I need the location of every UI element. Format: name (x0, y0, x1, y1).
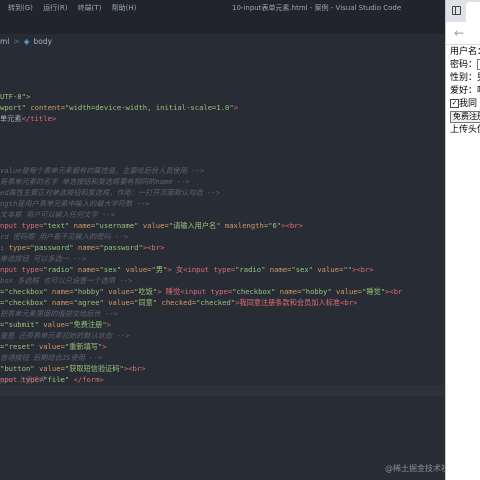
code-line: ="checkbox" name="agree" value="同意" chec… (0, 298, 358, 307)
title-bar: 转到(G) 运行(R) 终端(T) 帮助(H) 10-input表单元素.htm… (0, 0, 445, 16)
sex-row: 性别：男 (450, 72, 480, 85)
editor-tab-bar (0, 16, 445, 34)
code-line: wport" content="width=device-width, init… (0, 103, 239, 112)
hobby-row: 爱好：吃 (450, 85, 480, 98)
code-comment: 单选按钮 可以多选一 --> (0, 254, 87, 263)
code-line: : type="password" name="password"><br> (0, 243, 165, 252)
submit-button[interactable]: 免费注册 (450, 111, 480, 123)
code-comment: rd 密码框 用户看不见输入的密码 --> (0, 232, 129, 241)
code-comment: box 多选框 也可以只设置一个选项 --> (0, 276, 133, 285)
browser-toolbar: ← (446, 22, 480, 45)
menu-run[interactable]: 运行(R) (43, 4, 67, 12)
code-line: ="checkbox" name="hobby" value="吃饭"> 睡觉<… (0, 287, 403, 296)
breadcrumb: ml > ◈ body (0, 34, 445, 48)
code-comment: 把表单元素里面的值提交给后台 --> (0, 309, 118, 318)
username-row: 用户名： (450, 46, 480, 59)
hobby-label: 爱好：吃 (450, 86, 480, 96)
code-line: nput type="file" </form> (0, 375, 104, 384)
breadcrumb-file[interactable]: ml (0, 37, 9, 46)
username-label: 用户名： (450, 47, 480, 57)
breadcrumb-body[interactable]: body (33, 37, 52, 46)
browser-active-tab[interactable] (466, 2, 480, 22)
element-icon: ◈ (23, 36, 30, 46)
code-line: "button" value="获取短信验证码"><br> (0, 364, 146, 373)
password-label: 密码： (450, 60, 478, 70)
upload-label: 上传头像 (450, 125, 480, 135)
sidebar-toggle-icon[interactable] (452, 6, 461, 15)
code-line: UTF-8"> (0, 92, 31, 101)
code-editor[interactable]: UTF-8"> wport" content="width=device-wid… (0, 50, 445, 390)
code-line: 单元素</title> (0, 114, 57, 123)
sex-label: 性别：男 (450, 73, 480, 83)
code-comment: 是表单元素的名字 单选按钮和复选框要有相同的name --> (0, 177, 190, 186)
agree-label: 我同 (459, 99, 478, 109)
browser-preview: ← 用户名： 密码： 性别：男 爱好：吃 ✓我同 免费注册 上传头像 (445, 0, 480, 480)
code-comment: 普通按钮 后期结合JS使用 --> (0, 353, 103, 362)
code-line: nput type="text" name="username" value="… (0, 221, 303, 230)
menu-goto[interactable]: 转到(G) (8, 4, 33, 12)
password-row: 密码： (450, 59, 480, 72)
breadcrumb-separator: > (13, 36, 20, 46)
code-comment: ed属性主要正对单选按钮和复选框，作用：一打开页面默认勾选 --> (0, 188, 221, 197)
code-line: ="submit" value="免费注册"> (0, 320, 111, 329)
menu-help[interactable]: 帮助(H) (112, 4, 137, 12)
menu-terminal[interactable]: 终端(T) (78, 4, 102, 12)
current-line-highlight (0, 385, 445, 396)
back-arrow-icon[interactable]: ← (454, 26, 464, 40)
agree-checkbox[interactable]: ✓ (450, 99, 459, 108)
upload-row: 上传头像 (450, 124, 480, 137)
code-comment: value是每个表单元素都有的属性值，主要给后台人员使用 --> (0, 166, 205, 175)
code-comment: 重置 还原表单元素初始的默认状态 --> (0, 331, 130, 340)
code-comment: ngth是用户表单元素中输入的最大字符数 --> (0, 199, 150, 208)
code-line: nput type="radio" name="sex" value="男"> … (0, 265, 374, 274)
rendered-form: 用户名： 密码： 性别：男 爱好：吃 ✓我同 免费注册 上传头像 (450, 46, 480, 137)
submit-row: 免费注册 (450, 111, 480, 124)
code-comment: 文本框 用户可以输入任何文字 --> (0, 210, 116, 219)
browser-tab-bar (446, 0, 480, 22)
agree-row: ✓ 我同 (450, 98, 480, 111)
code-line: ="reset" value="重新填写"> (0, 342, 107, 351)
window-title: 10-input表单元素.html - 案例 - Visual Studio C… (232, 4, 402, 12)
menu-bar: 转到(G) 运行(R) 终端(T) 帮助(H) (0, 3, 136, 13)
